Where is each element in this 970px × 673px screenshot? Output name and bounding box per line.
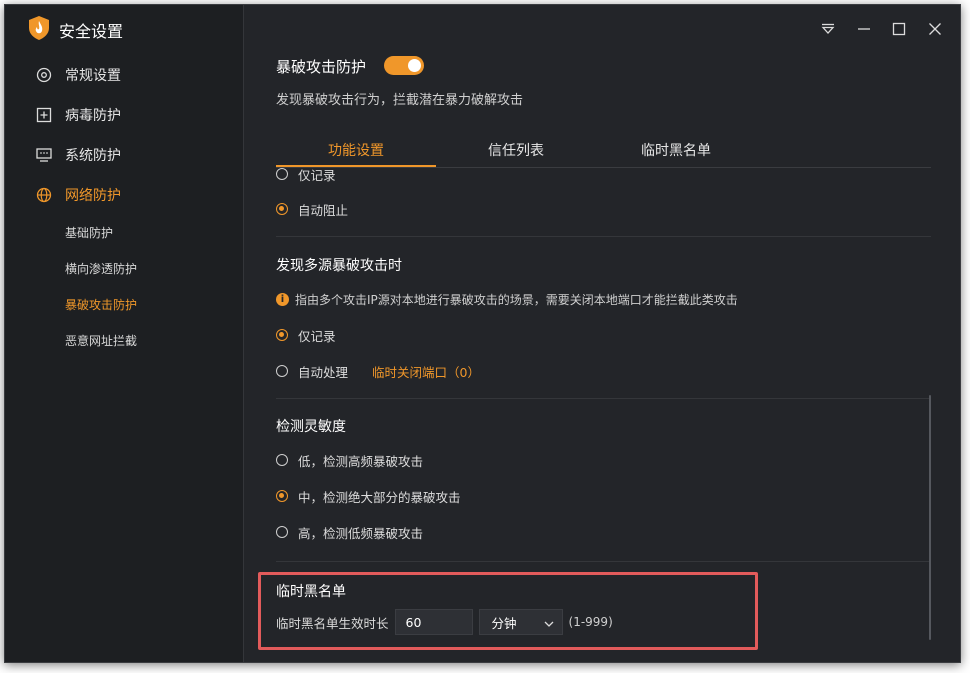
sidebar-item-label: 病毒防护	[65, 108, 121, 124]
radio-icon	[276, 365, 288, 377]
sidebar-item-general[interactable]: 常规设置	[35, 64, 121, 86]
security-settings-window: 安全设置 常规设置 病毒防护 系统防护 网络防护 基础防护 横向渗透防护 暴破攻…	[4, 4, 961, 663]
maximize-icon[interactable]	[889, 19, 909, 39]
radio-label: 自动阻止	[298, 202, 349, 218]
app-title: 安全设置	[59, 22, 124, 41]
sidebar-item-virus[interactable]: 病毒防护	[35, 104, 121, 126]
main-panel: 暴破攻击防护 发现暴破攻击行为，拦截潜在暴力破解攻击 功能设置 信任列表 临时黑…	[244, 5, 960, 662]
info-text: 指由多个攻击IP源对本地进行暴破攻击的场景，需要关闭本地端口才能拦截此类攻击	[295, 292, 738, 307]
radio-record-only-2[interactable]: 仅记录	[276, 325, 336, 345]
sidebar: 安全设置 常规设置 病毒防护 系统防护 网络防护 基础防护 横向渗透防护 暴破攻…	[5, 5, 244, 662]
radio-label: 中，检测绝大部分的暴破攻击	[298, 489, 461, 505]
divider	[276, 236, 931, 237]
sidebar-subitem-basic[interactable]: 基础防护	[65, 223, 113, 241]
info-icon: i	[276, 292, 289, 306]
radio-label: 自动处理	[298, 364, 349, 380]
sidebar-item-label: 系统防护	[65, 148, 121, 164]
radio-auto-block[interactable]: 自动阻止	[276, 199, 348, 219]
radio-icon	[276, 526, 288, 538]
radio-record-only-1[interactable]: 仅记录	[276, 168, 336, 184]
protection-toggle[interactable]	[384, 56, 424, 75]
radio-label: 高，检测低频暴破攻击	[298, 525, 424, 541]
info-note: i 指由多个攻击IP源对本地进行暴破攻击的场景，需要关闭本地端口才能拦截此类攻击	[276, 290, 738, 308]
toggle-knob	[408, 59, 421, 72]
sidebar-item-network[interactable]: 网络防护	[35, 184, 121, 206]
page-description: 发现暴破攻击行为，拦截潜在暴力破解攻击	[276, 93, 524, 108]
app-title-bar: 安全设置	[29, 16, 124, 44]
shield-logo-icon	[29, 16, 49, 44]
monitor-icon	[35, 146, 53, 164]
radio-icon	[276, 454, 288, 466]
sidebar-subitem-malicious-url[interactable]: 恶意网址拦截	[65, 331, 137, 349]
tab-function-settings[interactable]: 功能设置	[276, 135, 436, 167]
plus-box-icon	[35, 106, 53, 124]
radio-sensitivity-mid[interactable]: 中，检测绝大部分的暴破攻击	[276, 486, 461, 506]
radio-sensitivity-high[interactable]: 高，检测低频暴破攻击	[276, 522, 423, 542]
section-title-sensitivity: 检测灵敏度	[276, 419, 346, 435]
radio-icon	[276, 203, 288, 215]
sidebar-subitem-bruteforce[interactable]: 暴破攻击防护	[65, 295, 137, 313]
close-icon[interactable]	[925, 19, 945, 39]
sidebar-item-label: 常规设置	[65, 68, 121, 84]
scrollbar[interactable]	[929, 395, 931, 640]
gear-icon	[35, 66, 53, 84]
highlight-box	[258, 572, 758, 650]
radio-icon	[276, 490, 288, 502]
radio-label: 仅记录	[298, 328, 336, 344]
divider	[276, 561, 931, 562]
section-title-multi-source: 发现多源暴破攻击时	[276, 258, 402, 274]
radio-sensitivity-low[interactable]: 低，检测高频暴破攻击	[276, 450, 423, 470]
globe-icon	[35, 186, 53, 204]
radio-icon	[276, 329, 288, 341]
sidebar-item-label: 网络防护	[65, 188, 121, 204]
radio-label: 低，检测高频暴破攻击	[298, 453, 424, 469]
tab-bar: 功能设置 信任列表 临时黑名单	[276, 135, 931, 168]
page-title: 暴破攻击防护	[276, 58, 367, 76]
tab-temp-blacklist[interactable]: 临时黑名单	[596, 135, 756, 165]
minimize-icon[interactable]	[854, 19, 874, 39]
radio-icon	[276, 168, 288, 180]
radio-auto-handle[interactable]: 自动处理 临时关闭端口（0）	[276, 361, 480, 381]
tab-trust-list[interactable]: 信任列表	[436, 135, 596, 165]
divider	[276, 398, 931, 399]
sidebar-item-system[interactable]: 系统防护	[35, 144, 121, 166]
menu-dropdown-icon[interactable]	[818, 19, 838, 39]
sidebar-subitem-lateral[interactable]: 横向渗透防护	[65, 259, 137, 277]
radio-label: 仅记录	[298, 168, 336, 183]
close-port-link[interactable]: 临时关闭端口（0）	[372, 362, 480, 381]
